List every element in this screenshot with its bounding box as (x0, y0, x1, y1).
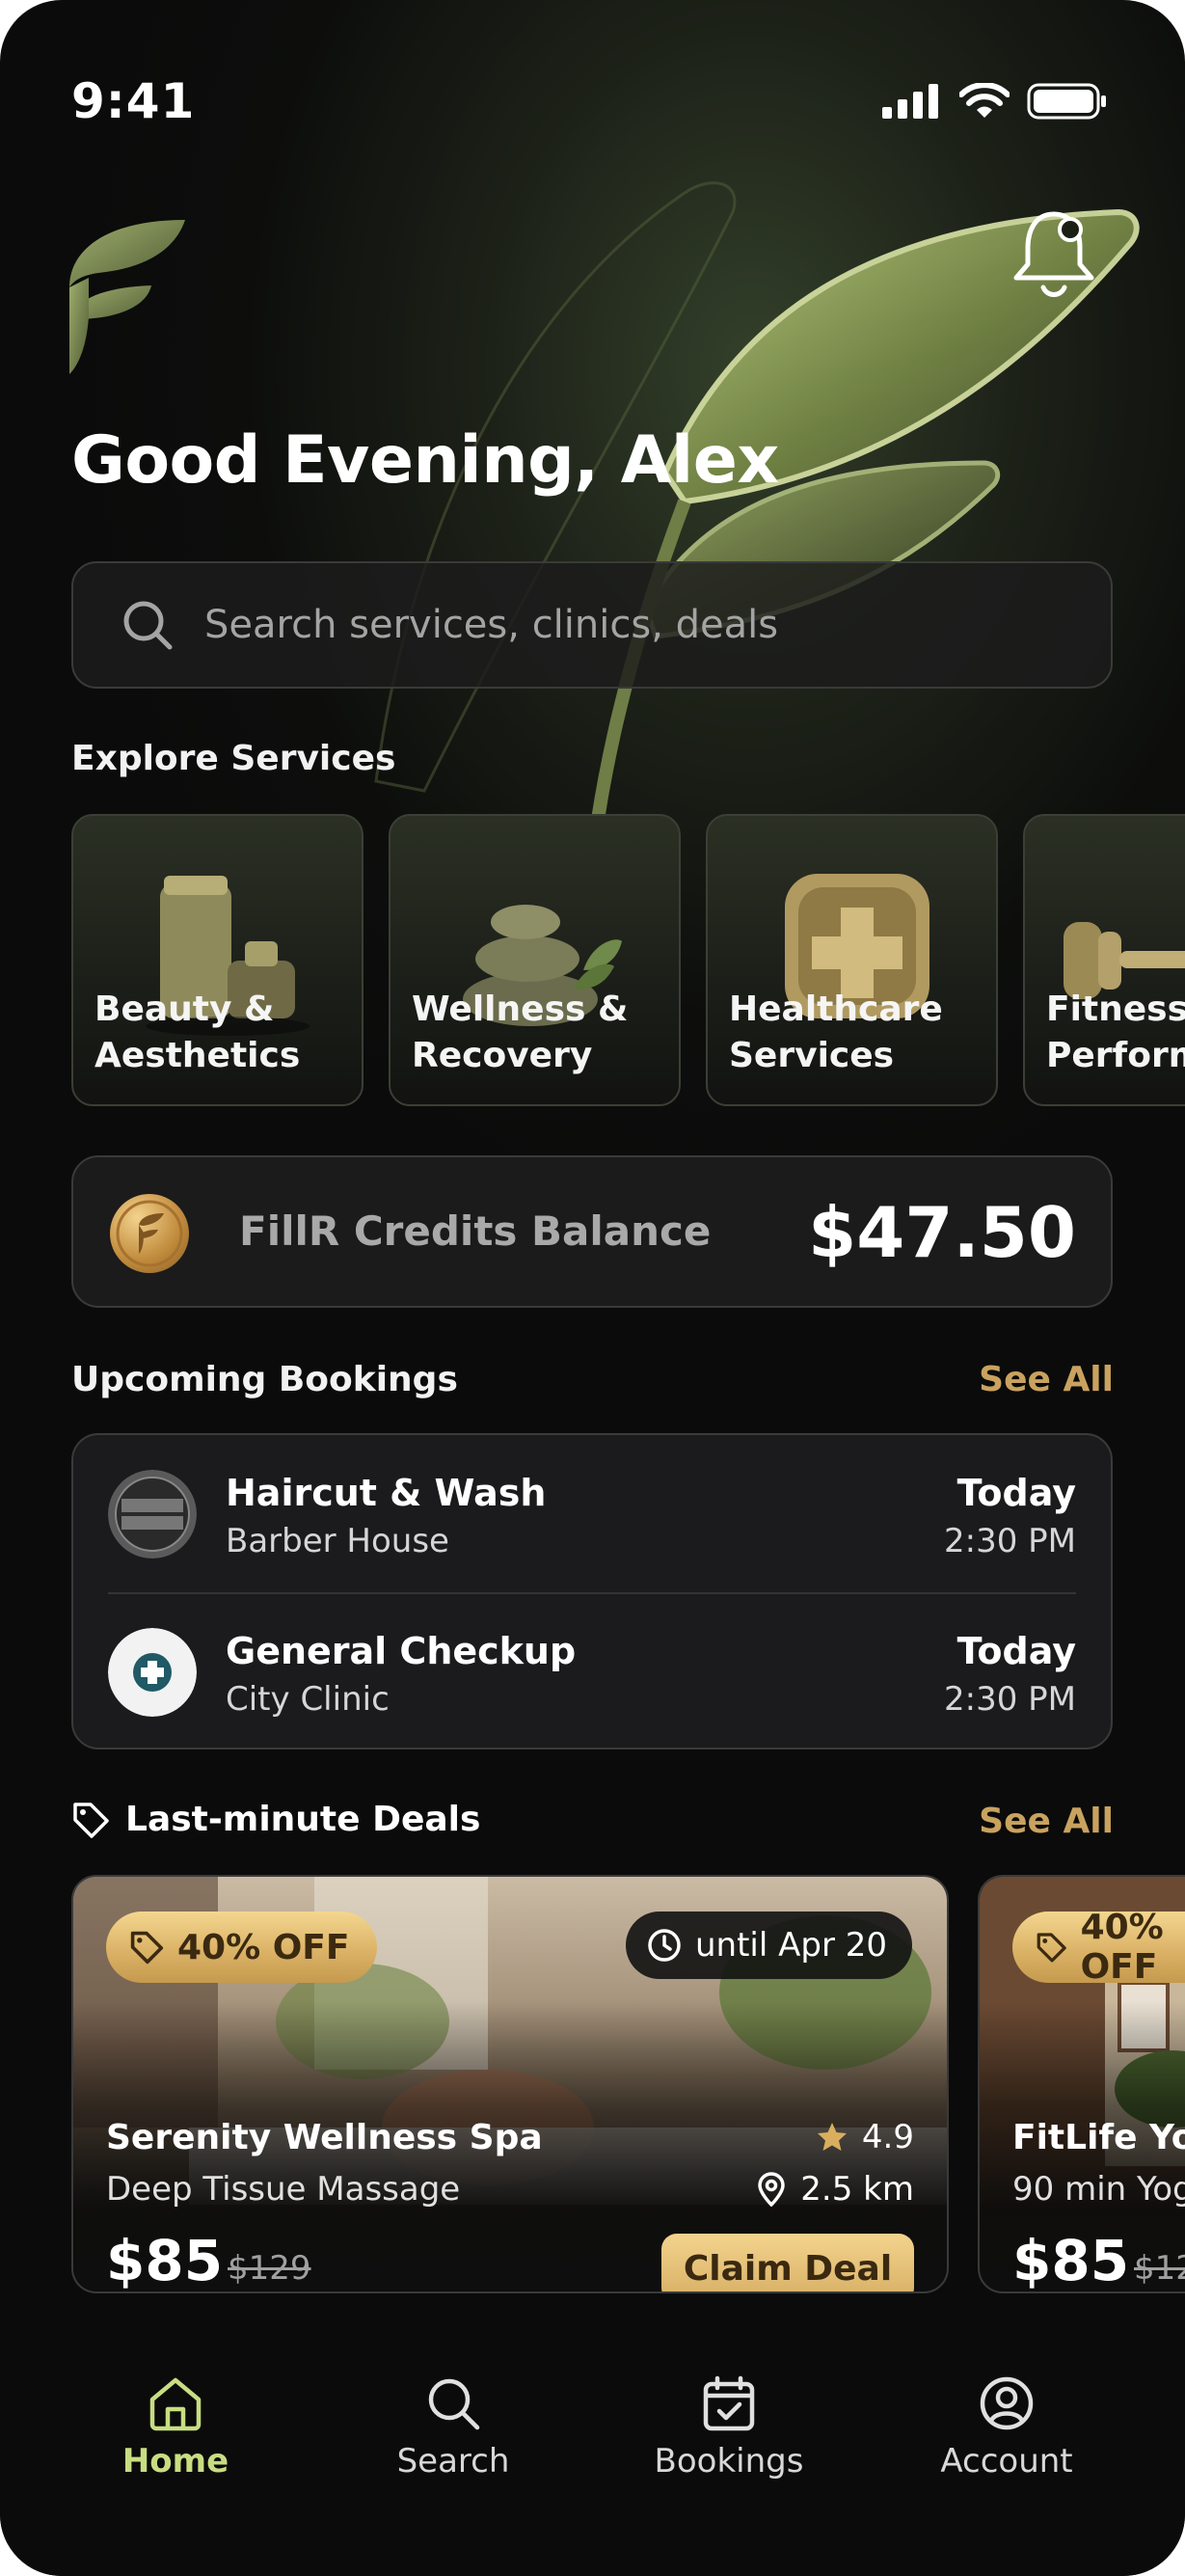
booking-service: Haircut & Wash (226, 1472, 547, 1514)
deal-distance: 2.5 km (756, 2170, 914, 2209)
deal-distance-value: 2.5 km (800, 2170, 914, 2209)
category-carousel[interactable]: Beauty & Aesthetics Wellness & Recovery … (71, 814, 1185, 1108)
claim-deal-button[interactable]: Claim Deal (661, 2234, 914, 2291)
status-time: 9:41 (71, 73, 196, 129)
bottom-nav: Home Search Bookings Account (0, 2297, 1185, 2576)
deal-price: $85 (1012, 2228, 1130, 2293)
deal-card[interactable]: 40% OFF FitLife Yoga 90 min Yoga $85 $12… (978, 1875, 1185, 2293)
search-icon (428, 2378, 480, 2430)
fillr-logo-icon (69, 220, 185, 374)
booking-day: Today (956, 1630, 1076, 1672)
category-beauty[interactable]: Beauty & Aesthetics (71, 814, 364, 1106)
deal-expiry-label: until Apr 20 (694, 1926, 887, 1965)
credits-amount: $47.50 (808, 1192, 1076, 1273)
account-icon (980, 2376, 1034, 2430)
tag-icon (1037, 1933, 1066, 1963)
discount-label: 40% OFF (177, 1927, 350, 1967)
deal-business-name: Serenity Wellness Spa (106, 2118, 543, 2157)
bookings-list: Haircut & Wash Barber House Today 2:30 P… (71, 1433, 1113, 1749)
deals-title-label: Last-minute Deals (125, 1800, 481, 1839)
tag-icon (73, 1802, 109, 1838)
deal-service-name: 90 min Yoga (1012, 2170, 1185, 2209)
deal-service-name: Deep Tissue Massage (106, 2170, 461, 2209)
battery-icon (1027, 83, 1106, 120)
credits-coin-icon (110, 1194, 189, 1273)
home-icon (149, 2377, 202, 2431)
discount-label: 40% OFF (1080, 1908, 1164, 1987)
deal-business-name: FitLife Yoga (1012, 2118, 1185, 2157)
deal-rating-value: 4.9 (861, 2118, 914, 2156)
bookings-see-all-link[interactable]: See All (979, 1360, 1114, 1399)
deal-price: $85 (106, 2228, 224, 2293)
category-label: Beauty & Aesthetics (94, 990, 301, 1075)
booking-time: 2:30 PM (944, 1522, 1076, 1560)
booking-day: Today (956, 1472, 1076, 1514)
credits-label: FillR Credits Balance (239, 1207, 712, 1255)
location-pin-icon (758, 2172, 786, 2207)
notification-bell-icon[interactable] (1010, 204, 1097, 301)
status-bar: 9:41 (0, 0, 1185, 193)
greeting-title: Good Evening, Alex (71, 422, 779, 499)
booking-provider: City Clinic (226, 1680, 390, 1719)
booking-item[interactable]: General Checkup City Clinic Today 2:30 P… (73, 1593, 1111, 1751)
nav-bookings[interactable]: Bookings (633, 2374, 825, 2481)
nav-label: Search (396, 2442, 510, 2481)
nav-label: Bookings (654, 2442, 804, 2481)
upcoming-bookings-title: Upcoming Bookings (71, 1360, 458, 1399)
deal-expiry-badge: until Apr 20 (625, 1912, 912, 1979)
booking-provider: Barber House (226, 1522, 449, 1560)
category-label: Healthcare Services (729, 990, 943, 1075)
search-bar[interactable]: Search services, clinics, deals (71, 561, 1113, 689)
calendar-check-icon (703, 2375, 755, 2431)
discount-badge: 40% OFF (1012, 1908, 1185, 1987)
clock-icon (648, 1929, 681, 1962)
deals-title: Last-minute Deals (71, 1800, 480, 1839)
booking-item[interactable]: Haircut & Wash Barber House Today 2:30 P… (73, 1435, 1111, 1593)
city-clinic-logo (108, 1628, 197, 1717)
deal-old-price: $129 (1134, 2249, 1185, 2288)
phone-screen: 9:41 Good Evening, Alex Search services,… (0, 0, 1185, 2576)
category-fitness[interactable]: Fitness & Performance (1023, 814, 1185, 1106)
search-icon (123, 601, 173, 650)
nav-label: Account (940, 2442, 1073, 2481)
deal-old-price: $129 (228, 2249, 311, 2288)
category-wellness[interactable]: Wellness & Recovery (389, 814, 681, 1106)
search-input[interactable]: Search services, clinics, deals (204, 603, 778, 647)
credits-balance-card[interactable]: FillR Credits Balance $47.50 (71, 1155, 1113, 1308)
category-label: Fitness & Performance (1046, 990, 1185, 1075)
barber-house-logo (108, 1470, 197, 1559)
nav-account[interactable]: Account (910, 2374, 1103, 2481)
nav-home[interactable]: Home (79, 2374, 272, 2481)
wifi-icon (959, 83, 1010, 118)
explore-services-title: Explore Services (71, 739, 396, 778)
star-icon (817, 2123, 847, 2151)
booking-time: 2:30 PM (944, 1680, 1076, 1719)
deal-card[interactable]: 40% OFF until Apr 20 Serenity Wellness S… (71, 1875, 949, 2293)
deal-rating: 4.9 (816, 2118, 914, 2156)
nav-search[interactable]: Search (357, 2374, 550, 2481)
nav-label: Home (121, 2442, 229, 2481)
discount-badge: 40% OFF (106, 1912, 377, 1983)
deals-see-all-link[interactable]: See All (979, 1802, 1114, 1841)
category-label: Wellness & Recovery (412, 990, 629, 1075)
category-healthcare[interactable]: Healthcare Services (706, 814, 998, 1106)
tag-icon (130, 1931, 164, 1965)
signal-icon (882, 84, 938, 119)
booking-service: General Checkup (226, 1630, 577, 1672)
status-icons (882, 83, 1108, 120)
